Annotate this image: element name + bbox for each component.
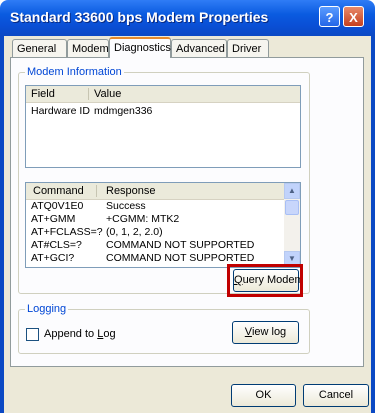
logging-legend: Logging xyxy=(27,303,67,315)
response-cell: Success xyxy=(106,200,146,212)
scrollbar-thumb[interactable] xyxy=(285,200,299,215)
response-cell: COMMAND NOT SUPPORTED xyxy=(106,239,255,251)
tab-modem[interactable]: Modem xyxy=(67,39,109,57)
column-divider[interactable] xyxy=(88,88,89,100)
command-cell: ATQ0V1E0 xyxy=(31,200,84,212)
response-cell: (0, 1, 2, 2.0) xyxy=(106,226,163,238)
response-cell: +CGMM: MTK2 xyxy=(106,213,180,225)
column-header-field[interactable]: Field xyxy=(31,87,55,101)
window-title: Standard 33600 bps Modem Properties xyxy=(10,9,269,25)
command-cell: AT+FCLASS=? xyxy=(31,226,103,238)
close-button[interactable]: X xyxy=(343,6,364,27)
append-to-log-label[interactable]: Append to Log xyxy=(44,328,116,340)
tab-diagnostics[interactable]: Diagnostics xyxy=(109,37,171,58)
tab-label: General xyxy=(17,43,57,55)
command-cell: AT+GMM xyxy=(31,213,76,225)
column-divider[interactable] xyxy=(96,185,97,197)
label-text: og xyxy=(103,328,116,340)
command-cell: AT+GCI? xyxy=(31,252,75,264)
append-to-log-checkbox[interactable] xyxy=(26,328,39,341)
highlight-box xyxy=(227,264,303,297)
column-header-command[interactable]: Command xyxy=(33,184,84,198)
value-cell: mdmgen336 xyxy=(94,105,153,117)
hardware-info-list[interactable]: Field Value Hardware ID mdmgen336 xyxy=(25,85,301,168)
close-icon: X xyxy=(349,10,358,25)
tab-driver[interactable]: Driver xyxy=(227,39,269,57)
list-header: Command Response xyxy=(26,183,284,200)
modem-properties-dialog: Standard 33600 bps Modem Properties ? X … xyxy=(0,0,375,413)
ok-button[interactable]: OK xyxy=(231,384,296,407)
tab-advanced[interactable]: Advanced xyxy=(171,39,227,57)
tab-label: Advanced xyxy=(176,43,225,55)
tab-label: Driver xyxy=(232,43,262,55)
modem-information-legend: Modem Information xyxy=(27,66,122,78)
cancel-button[interactable]: Cancel xyxy=(303,384,369,407)
tab-label: Diagnostics xyxy=(114,42,171,54)
diagnostics-panel: Modem Information Field Value Hardware I… xyxy=(10,57,364,367)
question-mark-icon: ? xyxy=(325,10,334,25)
command-response-list[interactable]: Command Response ATQ0V1E0 Success AT+GMM… xyxy=(25,182,301,268)
view-log-button[interactable]: View log xyxy=(232,321,299,344)
accelerator-key: V xyxy=(244,326,252,338)
vertical-scrollbar[interactable]: ▲ ▼ xyxy=(284,183,300,267)
tab-label: Modem xyxy=(72,43,109,55)
response-cell: COMMAND NOT SUPPORTED xyxy=(106,252,255,264)
button-label: OK xyxy=(255,389,272,401)
field-cell: Hardware ID xyxy=(31,105,90,117)
label-text: Append to xyxy=(44,328,98,340)
command-cell: AT#CLS=? xyxy=(31,239,82,251)
help-button[interactable]: ? xyxy=(319,6,340,27)
scroll-up-arrow-icon[interactable]: ▲ xyxy=(284,183,300,199)
tab-general[interactable]: General xyxy=(12,39,67,57)
button-label: Cancel xyxy=(318,389,354,401)
column-header-response[interactable]: Response xyxy=(106,184,156,198)
title-bar[interactable]: Standard 33600 bps Modem Properties ? X xyxy=(0,0,375,36)
list-header: Field Value xyxy=(26,86,300,103)
column-header-value[interactable]: Value xyxy=(94,87,121,101)
button-label: iew log xyxy=(251,326,287,338)
